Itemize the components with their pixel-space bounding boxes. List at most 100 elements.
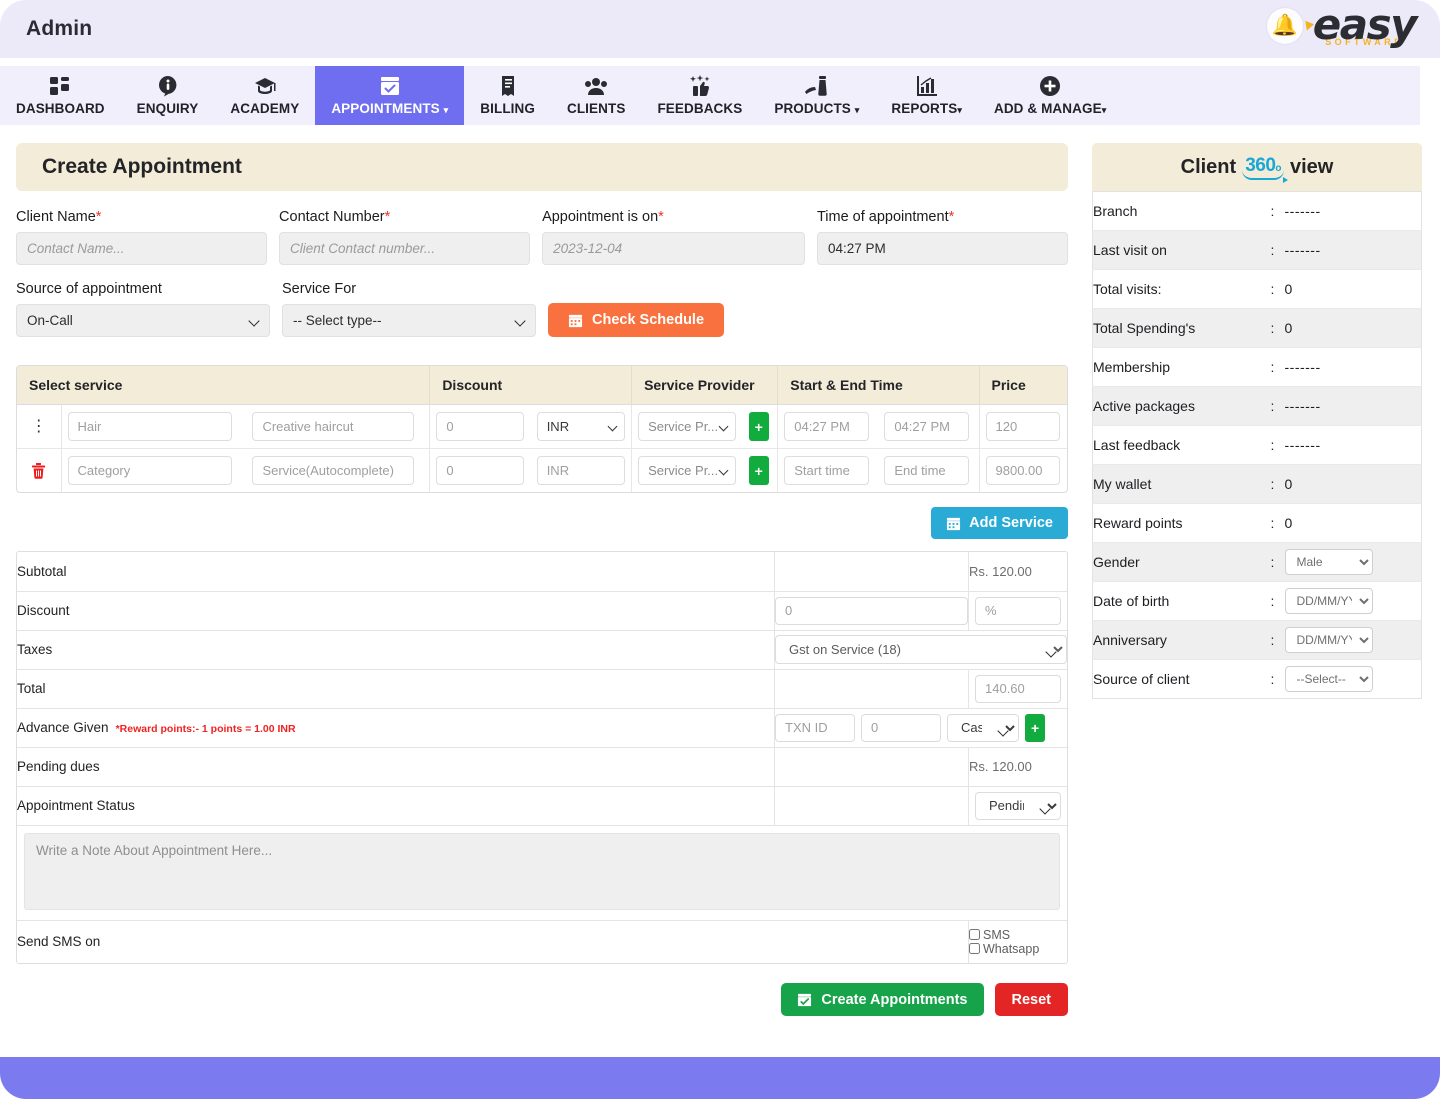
price-input[interactable] [986, 412, 1060, 441]
nav-item-dashboard[interactable]: DASHBOARD [0, 66, 121, 125]
row-colon: : [1271, 660, 1285, 699]
currency-select[interactable]: INR [537, 412, 625, 441]
client-360-title-prefix: Client [1181, 156, 1237, 179]
list-item: Last visit on:------- [1093, 231, 1422, 270]
gender-select[interactable]: Male [1285, 549, 1373, 575]
nav-label: FEEDBACKS [657, 101, 742, 116]
advance-amount-input[interactable] [861, 714, 941, 742]
end-time-input[interactable] [884, 412, 969, 441]
nav-item-clients[interactable]: CLIENTS [551, 66, 641, 125]
service-input[interactable] [252, 456, 414, 485]
discount-input[interactable] [436, 456, 524, 485]
discount-value-cell [430, 405, 531, 449]
appointment-status-label: Appointment Status [17, 786, 775, 825]
add-provider-button[interactable]: + [749, 412, 769, 441]
service-input[interactable] [252, 412, 414, 441]
row-control-cell: DD/MM/YY [1285, 582, 1422, 621]
row-colon: : [1271, 348, 1285, 387]
end-time-input[interactable] [884, 456, 969, 485]
nav-item-billing[interactable]: BILLING [464, 66, 551, 125]
service-for-field-group: Service For -- Select type-- [282, 281, 536, 337]
nav-item-feedbacks[interactable]: FEEDBACKS [641, 66, 758, 125]
table-row: Service Pr... + [17, 449, 1067, 493]
totals-table: Subtotal Rs. 120.00 Discount [16, 551, 1068, 964]
row-value: ------- [1285, 387, 1422, 426]
subtotal-row: Subtotal Rs. 120.00 [17, 552, 1067, 591]
start-time-input[interactable] [784, 412, 869, 441]
list-item: Total Spending's:0 [1093, 309, 1422, 348]
provider-select-wrap: Service Pr... [638, 456, 736, 485]
price-input[interactable] [986, 456, 1060, 485]
row-control-cell: Male [1285, 543, 1422, 582]
topbar-right: 🔔 easy SOFTWARE [1267, 4, 1416, 47]
total-row: Total [17, 669, 1067, 708]
discount-unit-input[interactable] [975, 597, 1061, 625]
source-select[interactable]: On-Call [16, 304, 270, 337]
add-advance-button[interactable]: + [1025, 714, 1045, 742]
table-row: ⋮ INR [17, 405, 1067, 449]
contact-number-label: Contact Number [279, 209, 385, 225]
nav-item-appointments[interactable]: APPOINTMENTS ▾ [315, 66, 464, 125]
pending-dues-row: Pending dues Rs. 120.00 [17, 747, 1067, 786]
total-label: Total [17, 669, 775, 708]
reset-button[interactable]: Reset [995, 983, 1069, 1016]
row-colon: : [1271, 270, 1285, 309]
start-time-input[interactable] [784, 456, 869, 485]
discount-input[interactable] [436, 412, 524, 441]
page-title: Create Appointment [16, 143, 1068, 191]
add-service-button[interactable]: Add Service [931, 507, 1068, 539]
nav-item-add-and-manage[interactable]: ADD & MANAGE▾ [978, 66, 1122, 125]
brand-name: easy [1313, 4, 1416, 46]
check-schedule-button[interactable]: Check Schedule [548, 303, 724, 337]
add-provider-button[interactable]: + [749, 456, 769, 485]
row-key: Total Spending's [1093, 309, 1271, 348]
taxes-row: Taxes Gst on Service (18) [17, 630, 1067, 669]
nav-item-enquiry[interactable]: ENQUIRY [121, 66, 215, 125]
category-input[interactable] [68, 412, 232, 441]
appointment-time-field-group: Time of appointment* [817, 209, 1068, 265]
taxes-select[interactable]: Gst on Service (18) [775, 635, 1067, 664]
nav-item-academy[interactable]: ACADEMY [214, 66, 315, 125]
service-cell [246, 405, 429, 449]
row-colon: : [1271, 231, 1285, 270]
provider-select[interactable]: Service Pr... [638, 412, 736, 441]
sms-checkbox[interactable] [969, 929, 980, 940]
anniversary-select[interactable]: DD/MM/YY [1285, 627, 1373, 653]
appointment-time-input[interactable] [817, 232, 1068, 265]
service-for-select[interactable]: -- Select type-- [282, 304, 536, 337]
nav-item-products[interactable]: PRODUCTS ▾ [758, 66, 875, 125]
appointment-note-textarea[interactable] [24, 833, 1060, 910]
chevron-down-icon: ▾ [855, 105, 860, 115]
trash-icon[interactable] [23, 463, 55, 479]
txn-id-input[interactable] [775, 714, 855, 742]
appointment-status-select[interactable]: Pending [975, 792, 1061, 820]
notification-bell-button[interactable]: 🔔 [1267, 8, 1303, 44]
payment-mode-select[interactable]: Cash [947, 714, 1019, 742]
sms-option-sms[interactable]: SMS [969, 928, 1067, 942]
total-input[interactable] [975, 675, 1061, 703]
discount-amount-input[interactable] [775, 597, 968, 625]
taxes-label: Taxes [17, 630, 775, 669]
nav-label: ADD & MANAGE [994, 101, 1102, 116]
row-colon: : [1271, 426, 1285, 465]
currency-input[interactable] [537, 456, 625, 485]
category-input[interactable] [68, 456, 232, 485]
source-of-client-select[interactable]: --Select-- [1285, 666, 1373, 692]
appointment-date-input[interactable] [542, 232, 805, 265]
row-key: Gender [1093, 543, 1271, 582]
contact-number-input[interactable] [279, 232, 530, 265]
brand-logo: easy SOFTWARE [1313, 4, 1416, 47]
required-marker: * [949, 209, 955, 225]
provider-select[interactable]: Service Pr... [638, 456, 736, 485]
nav-item-reports[interactable]: REPORTS▾ [875, 66, 978, 125]
row-colon: : [1271, 192, 1285, 231]
date-of-birth-select[interactable]: DD/MM/YY [1285, 588, 1373, 614]
whatsapp-checkbox[interactable] [969, 943, 980, 954]
create-appointments-button[interactable]: Create Appointments [781, 983, 983, 1016]
sms-option-whatsapp[interactable]: Whatsapp [969, 942, 1067, 956]
pending-spacer [775, 747, 969, 786]
advance-controls-cell: Cash + [775, 708, 1068, 747]
row-value: 0 [1285, 270, 1422, 309]
client-name-input[interactable] [16, 232, 267, 265]
kebab-menu-icon[interactable]: ⋮ [23, 419, 55, 435]
